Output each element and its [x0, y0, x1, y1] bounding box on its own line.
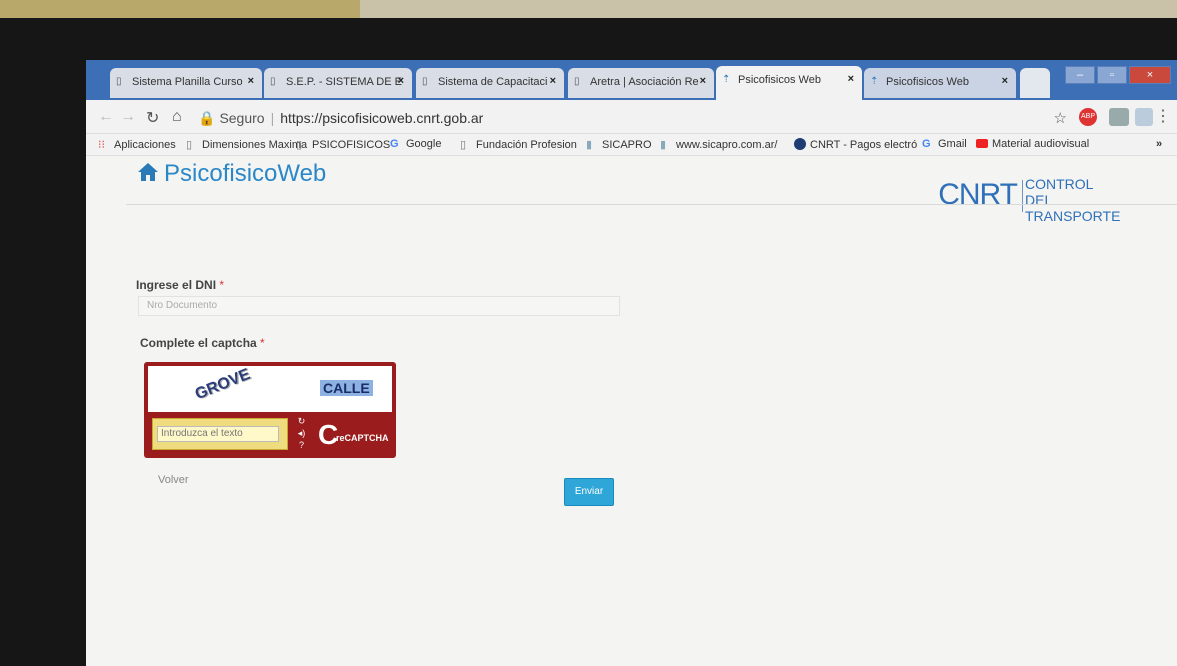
- sicapro-icon: ▮: [586, 139, 593, 151]
- extension-icon[interactable]: [1135, 108, 1153, 126]
- page-icon: ▯: [422, 76, 428, 87]
- bookmark-dimensiones[interactable]: ▯ Dimensiones Maxima: [186, 138, 307, 151]
- maximize-icon[interactable]: ▫: [1097, 66, 1127, 84]
- page-content: PsicofisicoWeb CNRT CONTROL DEL TRANSPOR…: [86, 156, 1177, 666]
- bookmark-psicofisicos[interactable]: ▯ PSICOFISICOS: [296, 138, 390, 151]
- captcha-word: CALLE: [320, 380, 373, 396]
- google-icon: G: [922, 138, 931, 150]
- page-icon: ▯: [296, 139, 303, 151]
- tab-sistema-capacitacion[interactable]: ▯ Sistema de Capacitaci ×: [416, 68, 564, 98]
- url-field[interactable]: 🔒 Seguro | https://psicofisicoweb.cnrt.gob.…: [198, 106, 1098, 130]
- reload-icon[interactable]: ↻: [146, 108, 159, 128]
- background-wall: [0, 0, 1177, 18]
- close-tab-icon[interactable]: ×: [1002, 75, 1008, 87]
- captcha-input[interactable]: [157, 425, 279, 442]
- cnrt-icon: [794, 138, 806, 150]
- app-name: PsicofisicoWeb: [164, 160, 327, 187]
- sicapro-icon: ▮: [660, 139, 667, 151]
- bookmark-sicapro[interactable]: ▮ SICAPRO: [586, 138, 652, 151]
- security-label: Seguro: [219, 110, 265, 126]
- recaptcha-widget: GROVE CALLE ↻ ◂) ? C reCAPTCHA: [144, 362, 396, 458]
- tab-sep[interactable]: ▯ S.E.P. - SISTEMA DE E ×: [264, 68, 412, 98]
- recaptcha-brand: reCAPTCHA: [336, 433, 389, 443]
- browser-window: ▯ Sistema Planilla Curso × ▯ S.E.P. - SI…: [86, 60, 1177, 666]
- forward-arrow-icon[interactable]: →: [120, 108, 136, 126]
- captcha-input-wrap: [152, 418, 288, 450]
- apps-grid-icon: ⁝⁝: [98, 139, 105, 151]
- tab-bar: ▯ Sistema Planilla Curso × ▯ S.E.P. - SI…: [86, 60, 1177, 100]
- psicofisicos-favicon-icon: ⇡: [722, 74, 731, 85]
- page-icon: ▯: [460, 139, 467, 151]
- captcha-label: Complete el captcha *: [140, 336, 265, 350]
- captcha-image: GROVE CALLE: [148, 366, 392, 412]
- back-arrow-icon[interactable]: ←: [98, 108, 114, 126]
- tab-label: Aretra | Asociación Re: [590, 76, 699, 88]
- captcha-word: GROVE: [192, 365, 253, 404]
- close-tab-icon[interactable]: ×: [550, 75, 556, 87]
- close-tab-icon[interactable]: ×: [248, 75, 254, 87]
- app-logo[interactable]: PsicofisicoWeb: [138, 160, 326, 188]
- volver-link[interactable]: Volver: [158, 474, 189, 486]
- google-icon: G: [390, 138, 399, 150]
- bookmark-star-icon[interactable]: ☆: [1054, 109, 1067, 127]
- url-text: https://psicofisicoweb.cnrt.gob.ar: [280, 110, 484, 126]
- page-icon: ▯: [574, 76, 580, 87]
- tab-sistema-planilla[interactable]: ▯ Sistema Planilla Curso ×: [110, 68, 262, 98]
- bookmark-material-audiovisual[interactable]: Material audiovisual: [976, 138, 1089, 150]
- new-tab-button[interactable]: [1020, 68, 1050, 98]
- dni-label: Ingrese el DNI *: [136, 278, 225, 292]
- dni-placeholder: Nro Documento: [147, 300, 218, 311]
- close-window-icon[interactable]: ×: [1129, 66, 1171, 84]
- captcha-controls: ↻ ◂) ?: [296, 416, 308, 454]
- tab-label: Psicofisicos Web: [738, 74, 821, 86]
- tab-label: Sistema Planilla Curso: [132, 76, 243, 88]
- bookmark-google[interactable]: G Google: [390, 138, 441, 150]
- enviar-button[interactable]: Enviar: [564, 478, 614, 506]
- bookmark-sicapro-web[interactable]: ▮ www.sicapro.com.ar/: [660, 138, 777, 151]
- bookmarks-bar: ⁝⁝ Aplicaciones ▯ Dimensiones Maxima ▯ PSIC…: [86, 134, 1177, 156]
- lock-icon: 🔒: [198, 110, 216, 126]
- close-tab-icon[interactable]: ×: [398, 75, 404, 87]
- home-icon[interactable]: ⌂: [172, 108, 182, 126]
- audio-icon[interactable]: ◂): [296, 428, 307, 439]
- tab-psicofisicos-web-active[interactable]: ⇡ Psicofisicos Web ×: [716, 66, 862, 100]
- tab-psicofisicos-web[interactable]: ⇡ Psicofisicos Web ×: [864, 68, 1016, 98]
- bookmark-cnrt-pagos[interactable]: CNRT - Pagos electró: [794, 138, 917, 151]
- cnrt-logo: CNRT CONTROL DEL TRANSPORTE: [921, 176, 1141, 224]
- more-bookmarks-icon[interactable]: »: [1156, 138, 1162, 150]
- adblock-icon[interactable]: ABP: [1079, 108, 1097, 126]
- tab-aretra[interactable]: ▯ Aretra | Asociación Re ×: [568, 68, 714, 98]
- close-tab-icon[interactable]: ×: [848, 73, 854, 85]
- menu-dots-icon[interactable]: ⋮: [1155, 106, 1171, 126]
- tab-label: Psicofisicos Web: [886, 76, 969, 88]
- youtube-icon: [976, 139, 988, 148]
- cnrt-subtitle: CONTROL DEL TRANSPORTE: [1025, 176, 1121, 224]
- page-icon: ▯: [270, 76, 276, 87]
- page-icon: ▯: [186, 139, 193, 151]
- psicofisicos-favicon-icon: ⇡: [870, 76, 879, 87]
- tab-label: S.E.P. - SISTEMA DE E: [286, 76, 402, 88]
- tab-label: Sistema de Capacitaci: [438, 76, 548, 88]
- dni-input[interactable]: Nro Documento: [138, 296, 620, 316]
- page-icon: ▯: [116, 76, 122, 87]
- help-icon[interactable]: ?: [296, 440, 307, 451]
- refresh-icon[interactable]: ↻: [296, 416, 307, 427]
- bookmark-fundacion[interactable]: ▯ Fundación Profesion: [460, 138, 577, 151]
- monitor-bezel: ▯ Sistema Planilla Curso × ▯ S.E.P. - SI…: [0, 0, 1177, 666]
- home-icon: [138, 160, 158, 188]
- divider: [126, 204, 1177, 205]
- extension-icon[interactable]: [1109, 108, 1129, 126]
- bookmark-aplicaciones[interactable]: ⁝⁝ Aplicaciones: [98, 138, 176, 151]
- close-tab-icon[interactable]: ×: [700, 75, 706, 87]
- cnrt-text: CNRT: [938, 178, 1018, 211]
- minimize-icon[interactable]: –: [1065, 66, 1095, 84]
- bookmark-gmail[interactable]: G Gmail: [922, 138, 967, 150]
- address-bar: ← → ↻ ⌂ 🔒 Seguro | https://psicofisicoweb.c…: [86, 100, 1177, 134]
- window-controls: – ▫ ×: [1065, 66, 1171, 86]
